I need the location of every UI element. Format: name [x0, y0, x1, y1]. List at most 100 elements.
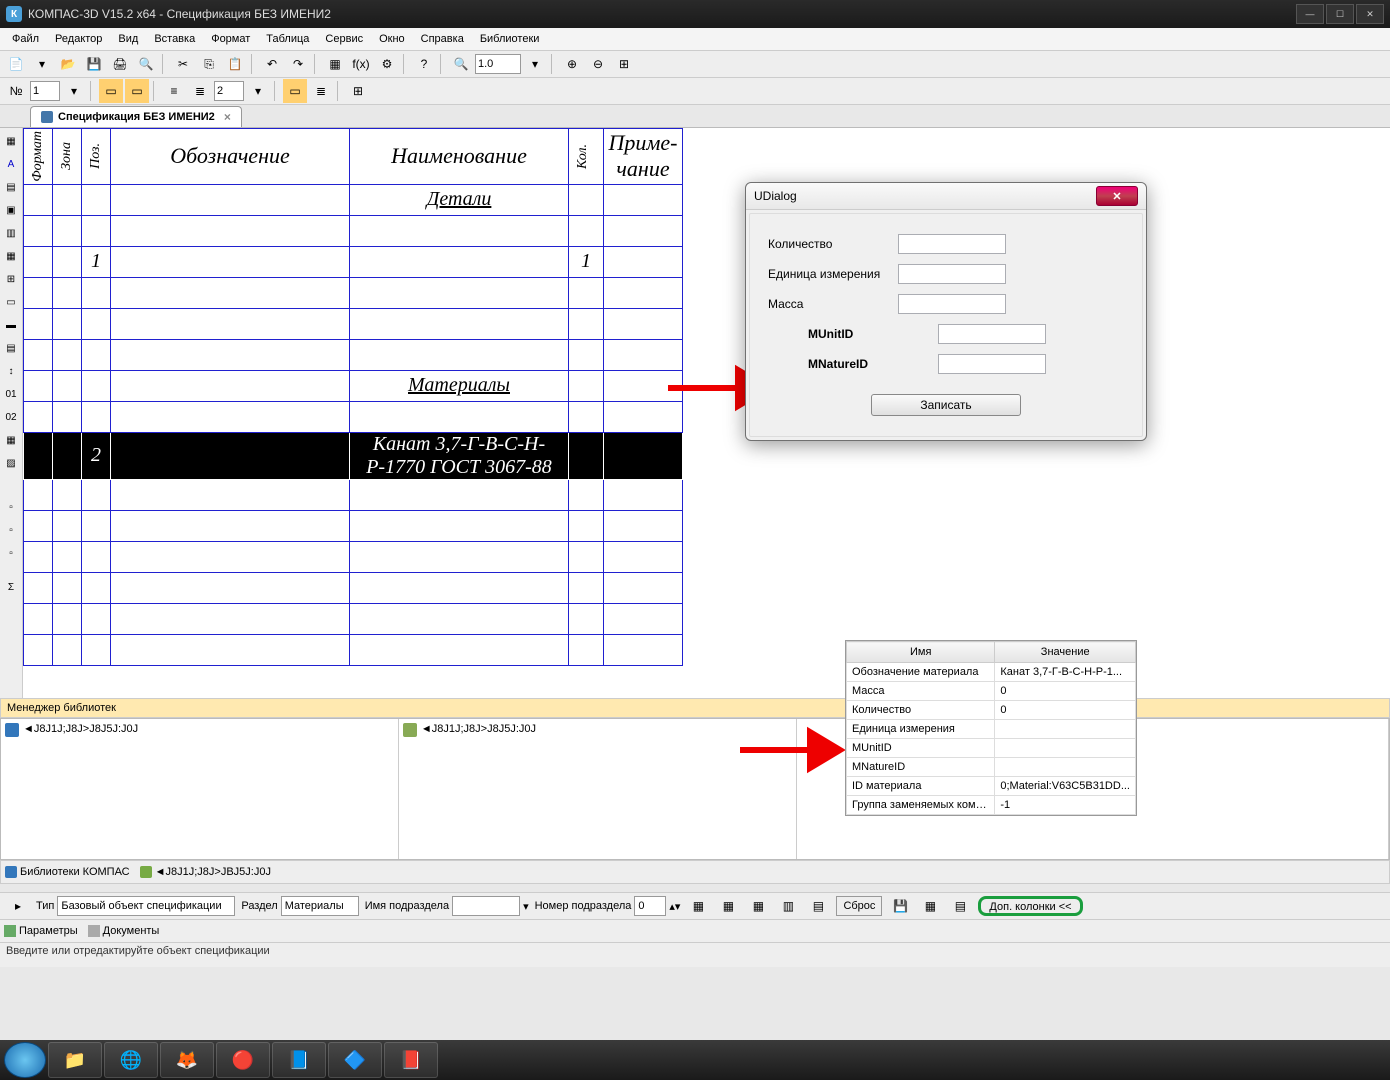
tool-b13-icon[interactable]: ▫ [0, 496, 22, 518]
menu-window[interactable]: Окно [371, 31, 413, 47]
prop-row[interactable]: Масса0 [847, 682, 1136, 701]
zoom-out-icon[interactable]: ⊖ [586, 52, 610, 76]
fx-icon[interactable]: f(x) [349, 52, 373, 76]
print-icon[interactable]: 🖨 [108, 52, 132, 76]
table-row[interactable] [24, 634, 683, 665]
tool-spec-icon[interactable]: ▤ [0, 176, 22, 198]
menu-table[interactable]: Таблица [258, 31, 317, 47]
minimize-button[interactable]: — [1296, 4, 1324, 24]
menu-libs[interactable]: Библиотеки [472, 31, 548, 47]
maximize-button[interactable]: ☐ [1326, 4, 1354, 24]
tool-b7-icon[interactable]: ▤ [0, 337, 22, 359]
input-subnum[interactable] [634, 896, 666, 916]
cut-icon[interactable]: ✂ [171, 52, 195, 76]
table-row[interactable] [24, 215, 683, 246]
bb-icon-calc[interactable]: ▦ [918, 894, 942, 918]
table-row[interactable]: Материалы [24, 370, 683, 401]
table-row[interactable] [24, 308, 683, 339]
task-kompas-icon[interactable]: 🔷 [328, 1042, 382, 1078]
tool-b2-icon[interactable]: ▥ [0, 222, 22, 244]
dd-subname-icon[interactable]: ▾ [523, 900, 529, 913]
dropdown-icon[interactable]: ▾ [30, 52, 54, 76]
table-row[interactable]: 11 [24, 246, 683, 277]
bb-icon-1[interactable]: ▸ [6, 894, 30, 918]
task-app1-icon[interactable]: 🔴 [216, 1042, 270, 1078]
prop-row[interactable]: Обозначение материалаКанат 3,7-Г-В-С-Н-Р… [847, 663, 1136, 682]
paste-icon[interactable]: 📋 [223, 52, 247, 76]
tool-b14-icon[interactable]: ▫ [0, 519, 22, 541]
table-row[interactable]: 2Канат 3,7-Г-В-С-Н-Р-1770 ГОСТ 3067-88 [24, 432, 683, 479]
table-row[interactable] [24, 541, 683, 572]
tab-params[interactable]: Параметры [4, 925, 78, 937]
menu-edit[interactable]: Редактор [47, 31, 110, 47]
tool-text-icon[interactable]: A [0, 153, 22, 175]
open-icon[interactable]: 📂 [56, 52, 80, 76]
prop-row[interactable]: ID материала0;Material:V63C5B31DD... [847, 777, 1136, 796]
prop-row[interactable]: Единица измерения [847, 720, 1136, 739]
menu-file[interactable]: Файл [4, 31, 47, 47]
dropdown2-icon[interactable]: ▾ [523, 52, 547, 76]
bb-icon-grid5[interactable]: ▤ [806, 894, 830, 918]
number-icon[interactable]: № [4, 79, 28, 103]
input-munitid[interactable] [938, 324, 1046, 344]
input-qty[interactable] [898, 234, 1006, 254]
dialog-close-button[interactable]: ✕ [1096, 186, 1138, 206]
bb-icon-grid1[interactable]: ▦ [686, 894, 710, 918]
bb-icon-disk[interactable]: 💾 [888, 894, 912, 918]
dropdown4-icon[interactable]: ▾ [246, 79, 270, 103]
menu-format[interactable]: Формат [203, 31, 258, 47]
highlight2-icon[interactable]: ▭ [125, 79, 149, 103]
lib-item-2[interactable]: ◄J8J1J;J8J>J8J5J:J0J [421, 723, 536, 735]
table-row[interactable] [24, 603, 683, 634]
zoom-in-icon[interactable]: ⊕ [560, 52, 584, 76]
tool-b4-icon[interactable]: ⊞ [0, 268, 22, 290]
dropdown3-icon[interactable]: ▾ [62, 79, 86, 103]
prop-row[interactable]: Группа заменяемых компон...-1 [847, 796, 1136, 815]
list-icon[interactable]: ≣ [188, 79, 212, 103]
tool-sigma-icon[interactable]: Σ [0, 576, 22, 598]
input-type[interactable] [57, 896, 235, 916]
tool-b8-icon[interactable]: ↕ [0, 360, 22, 382]
lib-tab-2[interactable]: ◄J8J1J;J8J>JBJ5J:J0J [140, 866, 271, 878]
num-input-1[interactable] [30, 81, 60, 101]
tool-b9-icon[interactable]: 01 [0, 383, 22, 405]
input-mass[interactable] [898, 294, 1006, 314]
list2-icon[interactable]: ≣ [309, 79, 333, 103]
prop-row[interactable]: Количество0 [847, 701, 1136, 720]
dop-columns-button[interactable]: Доп. колонки << [978, 896, 1082, 916]
num-input-2[interactable] [214, 81, 244, 101]
tree-icon[interactable]: ⊞ [346, 79, 370, 103]
vars-icon[interactable]: ⚙ [375, 52, 399, 76]
window-layout-icon[interactable]: ⊞ [612, 52, 636, 76]
lib-tab-kompas[interactable]: Библиотеки КОМПАС [5, 866, 130, 878]
table-row[interactable] [24, 572, 683, 603]
tool-b3-icon[interactable]: ▦ [0, 245, 22, 267]
highlight-icon[interactable]: ▭ [99, 79, 123, 103]
tool-sheet-icon[interactable]: ▦ [0, 130, 22, 152]
table-row[interactable] [24, 339, 683, 370]
input-subname[interactable] [452, 896, 520, 916]
help-icon[interactable]: ? [412, 52, 436, 76]
redo-icon[interactable]: ↷ [286, 52, 310, 76]
tool-b1-icon[interactable]: ▣ [0, 199, 22, 221]
tool-b15-icon[interactable]: ▫ [0, 542, 22, 564]
tool-b10-icon[interactable]: 02 [0, 406, 22, 428]
input-section[interactable] [281, 896, 359, 916]
close-button[interactable]: ✕ [1356, 4, 1384, 24]
subnum-spinner[interactable]: ▴▾ [669, 900, 680, 913]
bb-icon-grid2[interactable]: ▦ [716, 894, 740, 918]
menu-service[interactable]: Сервис [317, 31, 371, 47]
tool-b12-icon[interactable]: ▨ [0, 452, 22, 474]
tool-b11-icon[interactable]: ▦ [0, 429, 22, 451]
undo-icon[interactable]: ↶ [260, 52, 284, 76]
save-icon[interactable]: 💾 [82, 52, 106, 76]
menu-insert[interactable]: Вставка [146, 31, 203, 47]
task-explorer-icon[interactable]: 📁 [48, 1042, 102, 1078]
prop-row[interactable]: MUnitID [847, 739, 1136, 758]
lib-panel-2[interactable]: ◄J8J1J;J8J>J8J5J:J0J [399, 719, 797, 859]
task-pdf-icon[interactable]: 📕 [384, 1042, 438, 1078]
doc-tab-active[interactable]: Спецификация БЕЗ ИМЕНИ2 × [30, 106, 242, 127]
zoom-fit-icon[interactable]: 🔍 [449, 52, 473, 76]
preview-icon[interactable]: 🔍 [134, 52, 158, 76]
prop-row[interactable]: MNatureID [847, 758, 1136, 777]
